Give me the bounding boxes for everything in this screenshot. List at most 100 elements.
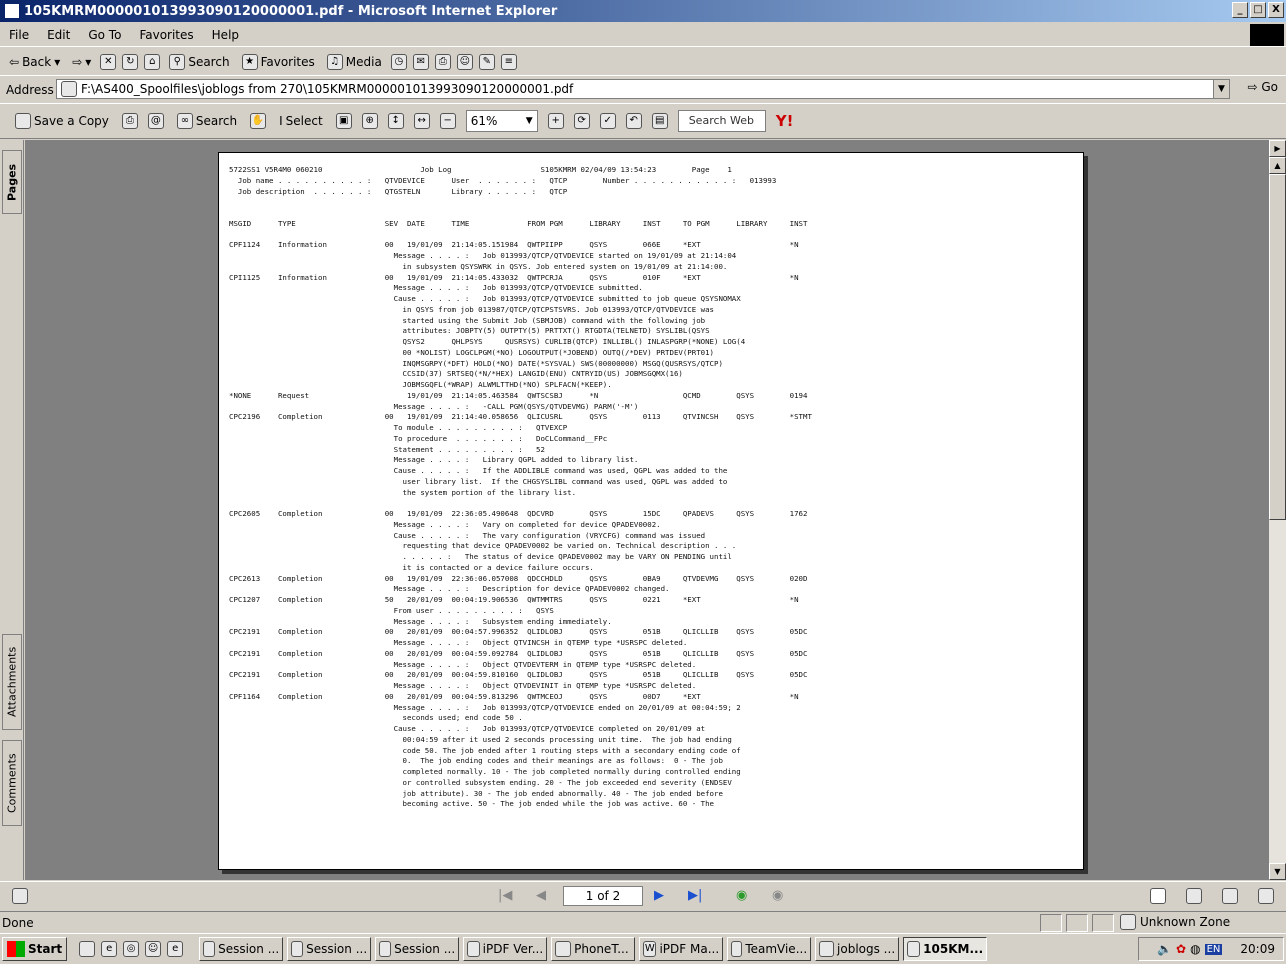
spellcheck-icon[interactable]: ✓ (599, 113, 616, 129)
scroll-thumb[interactable] (1269, 174, 1286, 520)
print-pdf-icon[interactable]: ⎙ (121, 113, 138, 129)
task-ipdf-ma[interactable]: WiPDF Ma... (639, 937, 724, 961)
ie-quick-icon[interactable]: e (167, 941, 184, 957)
continuous-facing-icon[interactable] (1258, 888, 1274, 904)
zoom-input[interactable]: 61% ▼ (465, 110, 538, 132)
log-line: CPI1125 Information 00 19/01/09 21:14:05… (229, 272, 799, 282)
select-tool-button[interactable]: I Select (276, 113, 326, 129)
address-bar: Address F:\AS400_Spoolfiles\joblogs from… (0, 77, 1286, 102)
fit-width-icon[interactable]: ↔ (413, 113, 430, 129)
history-icon[interactable]: ◷ (390, 53, 407, 70)
show-desktop-icon[interactable] (79, 941, 96, 957)
log-line: CPC2605 Completion 00 19/01/09 22:36:05.… (229, 509, 808, 518)
vertical-scrollbar[interactable]: ▶ ▲ ▼ (1269, 140, 1286, 880)
acrobat-icon[interactable]: ✿ (1176, 942, 1186, 956)
task-ipdf-ver[interactable]: iPDF Ver... (463, 937, 548, 961)
log-line: CPC2196 Completion 00 19/01/09 21:14:40.… (229, 412, 812, 422)
undo-icon[interactable]: ↶ (625, 113, 642, 129)
forward-button[interactable]: ⇨ ▾ (69, 54, 94, 70)
refresh-icon[interactable]: ↻ (122, 53, 139, 70)
log-line: job attribute). 30 - The job ended abnor… (229, 788, 723, 798)
yahoo-icon[interactable]: Y! (776, 112, 794, 130)
task-joblogs[interactable]: joblogs ... (815, 937, 900, 961)
email-icon[interactable]: @ (147, 113, 164, 129)
fit-icon[interactable] (12, 888, 28, 904)
messenger-quick-icon[interactable]: ☺ (145, 941, 162, 957)
facing-icon[interactable] (1222, 888, 1238, 904)
go-button[interactable]: ⇨ Go (1247, 80, 1278, 94)
mail-icon[interactable]: ✉ (412, 53, 429, 70)
scroll-up-button[interactable]: ▲ (1269, 157, 1286, 174)
document-viewport[interactable]: 5722SS1 V5R4M0 060210 Job Log S105KMRM 0… (25, 140, 1269, 880)
last-page-button[interactable]: ▶| (688, 888, 702, 903)
task-session-2[interactable]: Session ... (287, 937, 372, 961)
log-line: Job name . . . . . . . . . . : QTVDEVICE… (229, 175, 777, 185)
zoom-in-icon[interactable]: + (547, 113, 564, 129)
rotate-icon[interactable]: ⟳ (573, 113, 590, 129)
back-view-button[interactable]: ◉ (736, 888, 747, 903)
close-button[interactable]: X (1268, 2, 1284, 18)
menu-goto[interactable]: Go To (79, 28, 130, 42)
print-icon[interactable]: ⎙ (434, 53, 451, 70)
prev-page-button[interactable]: ◀ (536, 888, 546, 903)
zoom-dropdown-arrow[interactable]: ▼ (526, 116, 533, 126)
favorites-button[interactable]: ★ Favorites (239, 53, 318, 71)
messenger-icon[interactable]: ☺ (456, 53, 473, 70)
task-105km[interactable]: 105KM... (903, 937, 988, 961)
fit-page-icon[interactable]: ↕ (387, 113, 404, 129)
firefox-icon[interactable]: ◎ (123, 941, 140, 957)
log-line: CPF1124 Information 00 19/01/09 21:14:05… (229, 240, 799, 250)
home-icon[interactable]: ⌂ (144, 53, 161, 70)
comments-tab[interactable]: Comments (2, 740, 22, 826)
menu-file[interactable]: File (0, 28, 38, 42)
task-session-1[interactable]: Session ... (199, 937, 284, 961)
minimize-button[interactable]: _ (1232, 2, 1248, 18)
task-teamviewer[interactable]: TeamVie... (727, 937, 812, 961)
forward-view-button[interactable]: ◉ (772, 888, 783, 903)
media-button[interactable]: ♫ Media (324, 53, 385, 71)
volume-icon[interactable]: 🔈 (1157, 942, 1172, 956)
language-indicator[interactable]: EN (1204, 943, 1223, 955)
menu-help[interactable]: Help (203, 28, 248, 42)
save-copy-button[interactable]: Save a Copy (12, 112, 112, 130)
snapshot-icon[interactable]: ▣ (335, 113, 352, 129)
address-dropdown-arrow[interactable]: ▼ (1213, 80, 1229, 98)
log-line: CPC2191 Completion 00 20/01/09 00:04:59.… (229, 648, 808, 658)
zoom-in-tool-icon[interactable]: ⊕ (361, 113, 378, 129)
next-page-button[interactable]: ▶ (654, 888, 664, 903)
title-bar[interactable]: 105KMRM000001013993090120000001.pdf - Mi… (0, 0, 1286, 22)
task-session-3[interactable]: Session ... (375, 937, 460, 961)
pdf-search-button[interactable]: ∞ Search (174, 112, 240, 130)
search-web-input[interactable]: Search Web (677, 110, 766, 132)
attachments-tab[interactable]: Attachments (2, 634, 22, 730)
log-line: completed normally. 10 - The job complet… (229, 767, 741, 776)
job-log-text: 5722SS1 V5R4M0 060210 Job Log S105KMRM 0… (229, 165, 812, 810)
start-button[interactable]: Start (2, 937, 68, 961)
ie-icon[interactable]: e (101, 941, 118, 957)
scroll-down-button[interactable]: ▼ (1269, 863, 1286, 880)
clipboard-icon[interactable]: ▤ (651, 113, 668, 129)
note-icon[interactable]: ≡ (500, 53, 517, 70)
pages-tab[interactable]: Pages (2, 150, 22, 214)
back-label: Back (22, 54, 52, 69)
first-page-button[interactable]: |◀ (498, 888, 512, 903)
maximize-button[interactable]: □ (1250, 2, 1266, 18)
task-phonet[interactable]: PhoneT... (551, 937, 636, 961)
single-page-icon[interactable] (1150, 888, 1166, 904)
clock: 20:09 (1240, 942, 1275, 956)
network-icon[interactable]: ◍ (1190, 942, 1200, 956)
log-line: Cause . . . . . : The vary configuration… (229, 530, 706, 540)
stop-icon[interactable]: ✕ (100, 53, 117, 70)
menu-edit[interactable]: Edit (38, 28, 79, 42)
menu-favorites[interactable]: Favorites (130, 28, 202, 42)
search-button[interactable]: ⚲ Search (166, 53, 232, 71)
scroll-right-button[interactable]: ▶ (1269, 140, 1286, 157)
address-input[interactable]: F:\AS400_Spoolfiles\joblogs from 270\105… (56, 79, 1230, 99)
continuous-icon[interactable] (1186, 888, 1202, 904)
hand-tool-icon[interactable]: ✋ (250, 113, 267, 129)
page-number-input[interactable]: 1 of 2 (563, 886, 643, 906)
zoom-out-icon[interactable]: − (439, 113, 456, 129)
back-button[interactable]: ⇦ Back ▾ (6, 54, 63, 70)
edit-icon[interactable]: ✎ (478, 53, 495, 70)
